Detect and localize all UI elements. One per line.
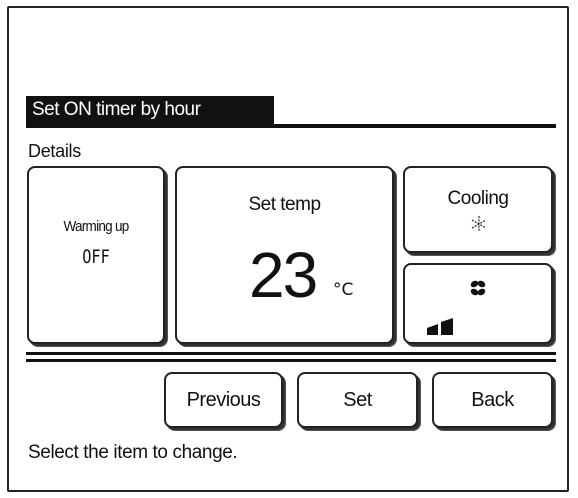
snowflake-icon xyxy=(471,216,487,232)
fan-speed-button[interactable] xyxy=(403,263,553,344)
previous-button[interactable]: Previous xyxy=(164,372,283,428)
set-button-label: Set xyxy=(343,389,372,411)
previous-button-label: Previous xyxy=(186,389,261,411)
warming-up-value: OFF xyxy=(82,246,110,268)
warming-up-button[interactable]: Warming up OFF xyxy=(27,166,165,344)
fan-icon xyxy=(470,280,486,296)
back-button-label: Back xyxy=(471,389,514,411)
status-message: Select the item to change. xyxy=(28,442,238,463)
fan-level-icon xyxy=(427,318,453,335)
footer-divider-2 xyxy=(26,359,556,362)
set-temp-value: 23 xyxy=(249,239,318,311)
screen-title: Set ON timer by hour xyxy=(26,96,274,124)
warming-up-label: Warming up xyxy=(63,218,129,235)
set-temp-button[interactable]: Set temp 23 °C xyxy=(175,166,394,344)
footer-divider-1 xyxy=(26,352,556,355)
mode-button[interactable]: Cooling xyxy=(403,166,553,253)
title-divider xyxy=(26,124,556,128)
mode-label: Cooling xyxy=(447,188,509,209)
details-label: Details xyxy=(28,141,81,161)
set-button[interactable]: Set xyxy=(297,372,418,428)
set-temp-label: Set temp xyxy=(248,194,321,215)
temp-unit: °C xyxy=(333,280,354,300)
back-button[interactable]: Back xyxy=(432,372,553,428)
